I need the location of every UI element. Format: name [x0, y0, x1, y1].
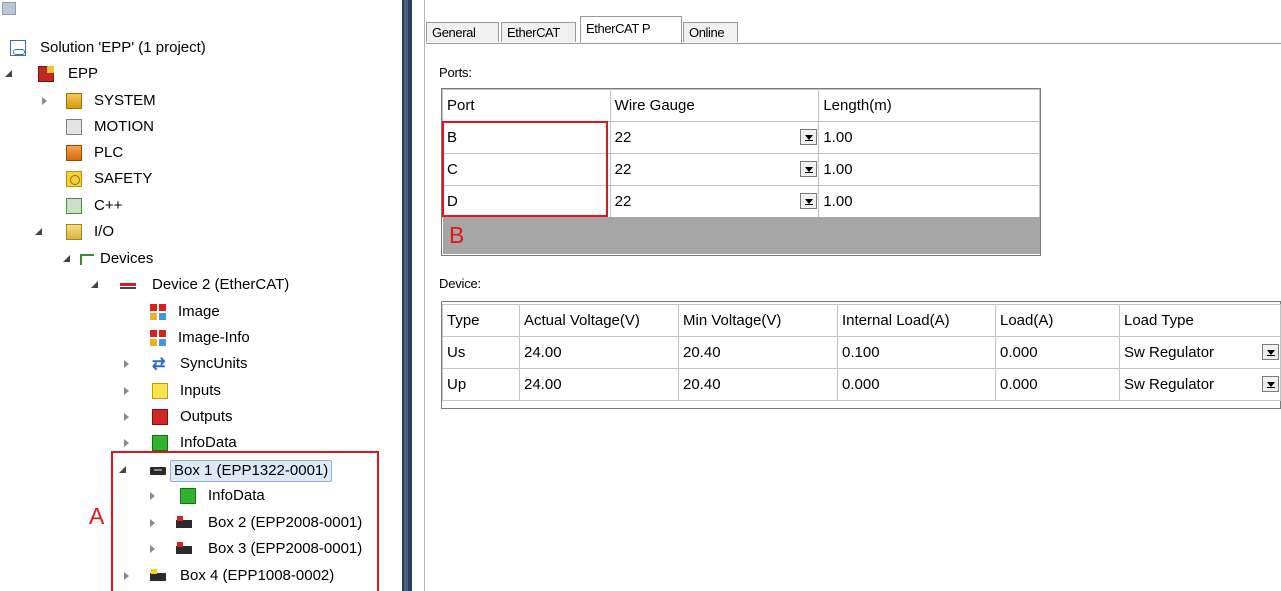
table-row: Up 24.00 20.40 0.000 0.000 Sw Regulator [442, 368, 1281, 401]
collapse-arrow-icon[interactable] [4, 69, 14, 79]
project-icon [38, 66, 54, 82]
table-row: Us 24.00 20.40 0.100 0.000 Sw Regulator [442, 336, 1281, 369]
min-voltage-cell[interactable]: 20.40 [678, 336, 838, 369]
dropdown-arrow-icon[interactable] [800, 161, 818, 177]
load-type-value: Sw Regulator [1124, 344, 1215, 361]
length-cell[interactable]: 1.00 [818, 185, 1040, 218]
expand-arrow-icon[interactable] [40, 96, 50, 106]
solution-explorer-tree: Solution 'EPP' (1 project) EPP SYSTEM MO… [0, 0, 402, 591]
actual-voltage-cell[interactable]: 24.00 [519, 368, 679, 401]
actual-voltage-cell[interactable]: 24.00 [519, 336, 679, 369]
expand-arrow-icon[interactable] [122, 386, 132, 396]
collapse-arrow-icon[interactable] [90, 280, 100, 290]
inputs-icon [152, 383, 168, 399]
safety-icon [66, 171, 82, 187]
table-header-row: Port Wire Gauge Length(m) [442, 89, 1040, 122]
load-type-value: Sw Regulator [1124, 376, 1215, 393]
devices-icon [80, 251, 96, 267]
dropdown-arrow-icon[interactable] [1262, 344, 1279, 360]
ports-grid-empty-area [443, 217, 1040, 254]
annotation-box-a [111, 451, 379, 591]
annotation-box-b [442, 121, 608, 217]
load-type-select[interactable]: Sw Regulator [1119, 336, 1281, 369]
dropdown-arrow-icon[interactable] [1262, 376, 1279, 392]
wire-gauge-value: 22 [614, 161, 632, 178]
dropdown-arrow-icon[interactable] [800, 129, 818, 145]
internal-load-cell[interactable]: 0.000 [837, 368, 996, 401]
system-icon [66, 93, 82, 109]
column-header-min-voltage[interactable]: Min Voltage(V) [678, 304, 838, 337]
motion-icon [66, 119, 82, 135]
column-header-internal-load[interactable]: Internal Load(A) [837, 304, 996, 337]
cpp-icon [66, 198, 82, 214]
column-header-port[interactable]: Port [442, 89, 611, 122]
panel-splitter[interactable] [402, 0, 412, 591]
load-cell[interactable]: 0.000 [995, 368, 1120, 401]
load-cell[interactable]: 0.000 [995, 336, 1120, 369]
tab-general[interactable]: General [426, 22, 499, 42]
ports-section-label: Ports: [439, 65, 472, 80]
expand-arrow-icon[interactable] [122, 359, 132, 369]
plc-icon [66, 145, 82, 161]
type-cell[interactable]: Up [442, 368, 520, 401]
tab-strip-border [426, 43, 1281, 44]
column-header-length[interactable]: Length(m) [818, 89, 1040, 122]
wire-gauge-value: 22 [614, 193, 632, 210]
column-header-type[interactable]: Type [442, 304, 520, 337]
device-table: Type Actual Voltage(V) Min Voltage(V) In… [442, 304, 1281, 401]
column-header-actual-voltage[interactable]: Actual Voltage(V) [519, 304, 679, 337]
column-header-load-type[interactable]: Load Type [1119, 304, 1281, 337]
annotation-label-b: B [449, 222, 465, 248]
editor-left-border [424, 0, 425, 591]
tab-ethercat-p[interactable]: EtherCAT P [580, 16, 682, 43]
length-cell[interactable]: 1.00 [818, 121, 1040, 154]
dropdown-arrow-icon[interactable] [800, 193, 818, 209]
type-cell[interactable]: Us [442, 336, 520, 369]
wire-gauge-select[interactable]: 22 [609, 153, 820, 186]
collapse-arrow-icon[interactable] [62, 254, 72, 264]
tab-ethercat[interactable]: EtherCAT [501, 22, 576, 42]
annotation-label-a: A [89, 503, 105, 529]
properties-icon[interactable] [2, 2, 16, 15]
length-cell[interactable]: 1.00 [818, 153, 1040, 186]
infodata-icon [152, 435, 168, 451]
io-icon [66, 224, 82, 240]
column-header-load[interactable]: Load(A) [995, 304, 1120, 337]
expand-arrow-icon[interactable] [122, 412, 132, 422]
device-section-label: Device: [439, 276, 481, 291]
wire-gauge-value: 22 [614, 129, 632, 146]
tab-online[interactable]: Online [683, 22, 738, 42]
image-info-icon [150, 330, 166, 346]
load-type-select[interactable]: Sw Regulator [1119, 368, 1281, 401]
min-voltage-cell[interactable]: 20.40 [678, 368, 838, 401]
column-header-wire-gauge[interactable]: Wire Gauge [609, 89, 820, 122]
image-icon [150, 304, 166, 320]
solution-icon [10, 40, 26, 56]
wire-gauge-select[interactable]: 22 [609, 121, 820, 154]
outputs-icon [152, 409, 168, 425]
wire-gauge-select[interactable]: 22 [609, 185, 820, 218]
ethercat-device-icon [120, 277, 136, 293]
sync-icon [152, 353, 168, 377]
expand-arrow-icon[interactable] [122, 438, 132, 448]
collapse-arrow-icon[interactable] [34, 227, 44, 237]
internal-load-cell[interactable]: 0.100 [837, 336, 996, 369]
table-header-row: Type Actual Voltage(V) Min Voltage(V) In… [442, 304, 1281, 337]
